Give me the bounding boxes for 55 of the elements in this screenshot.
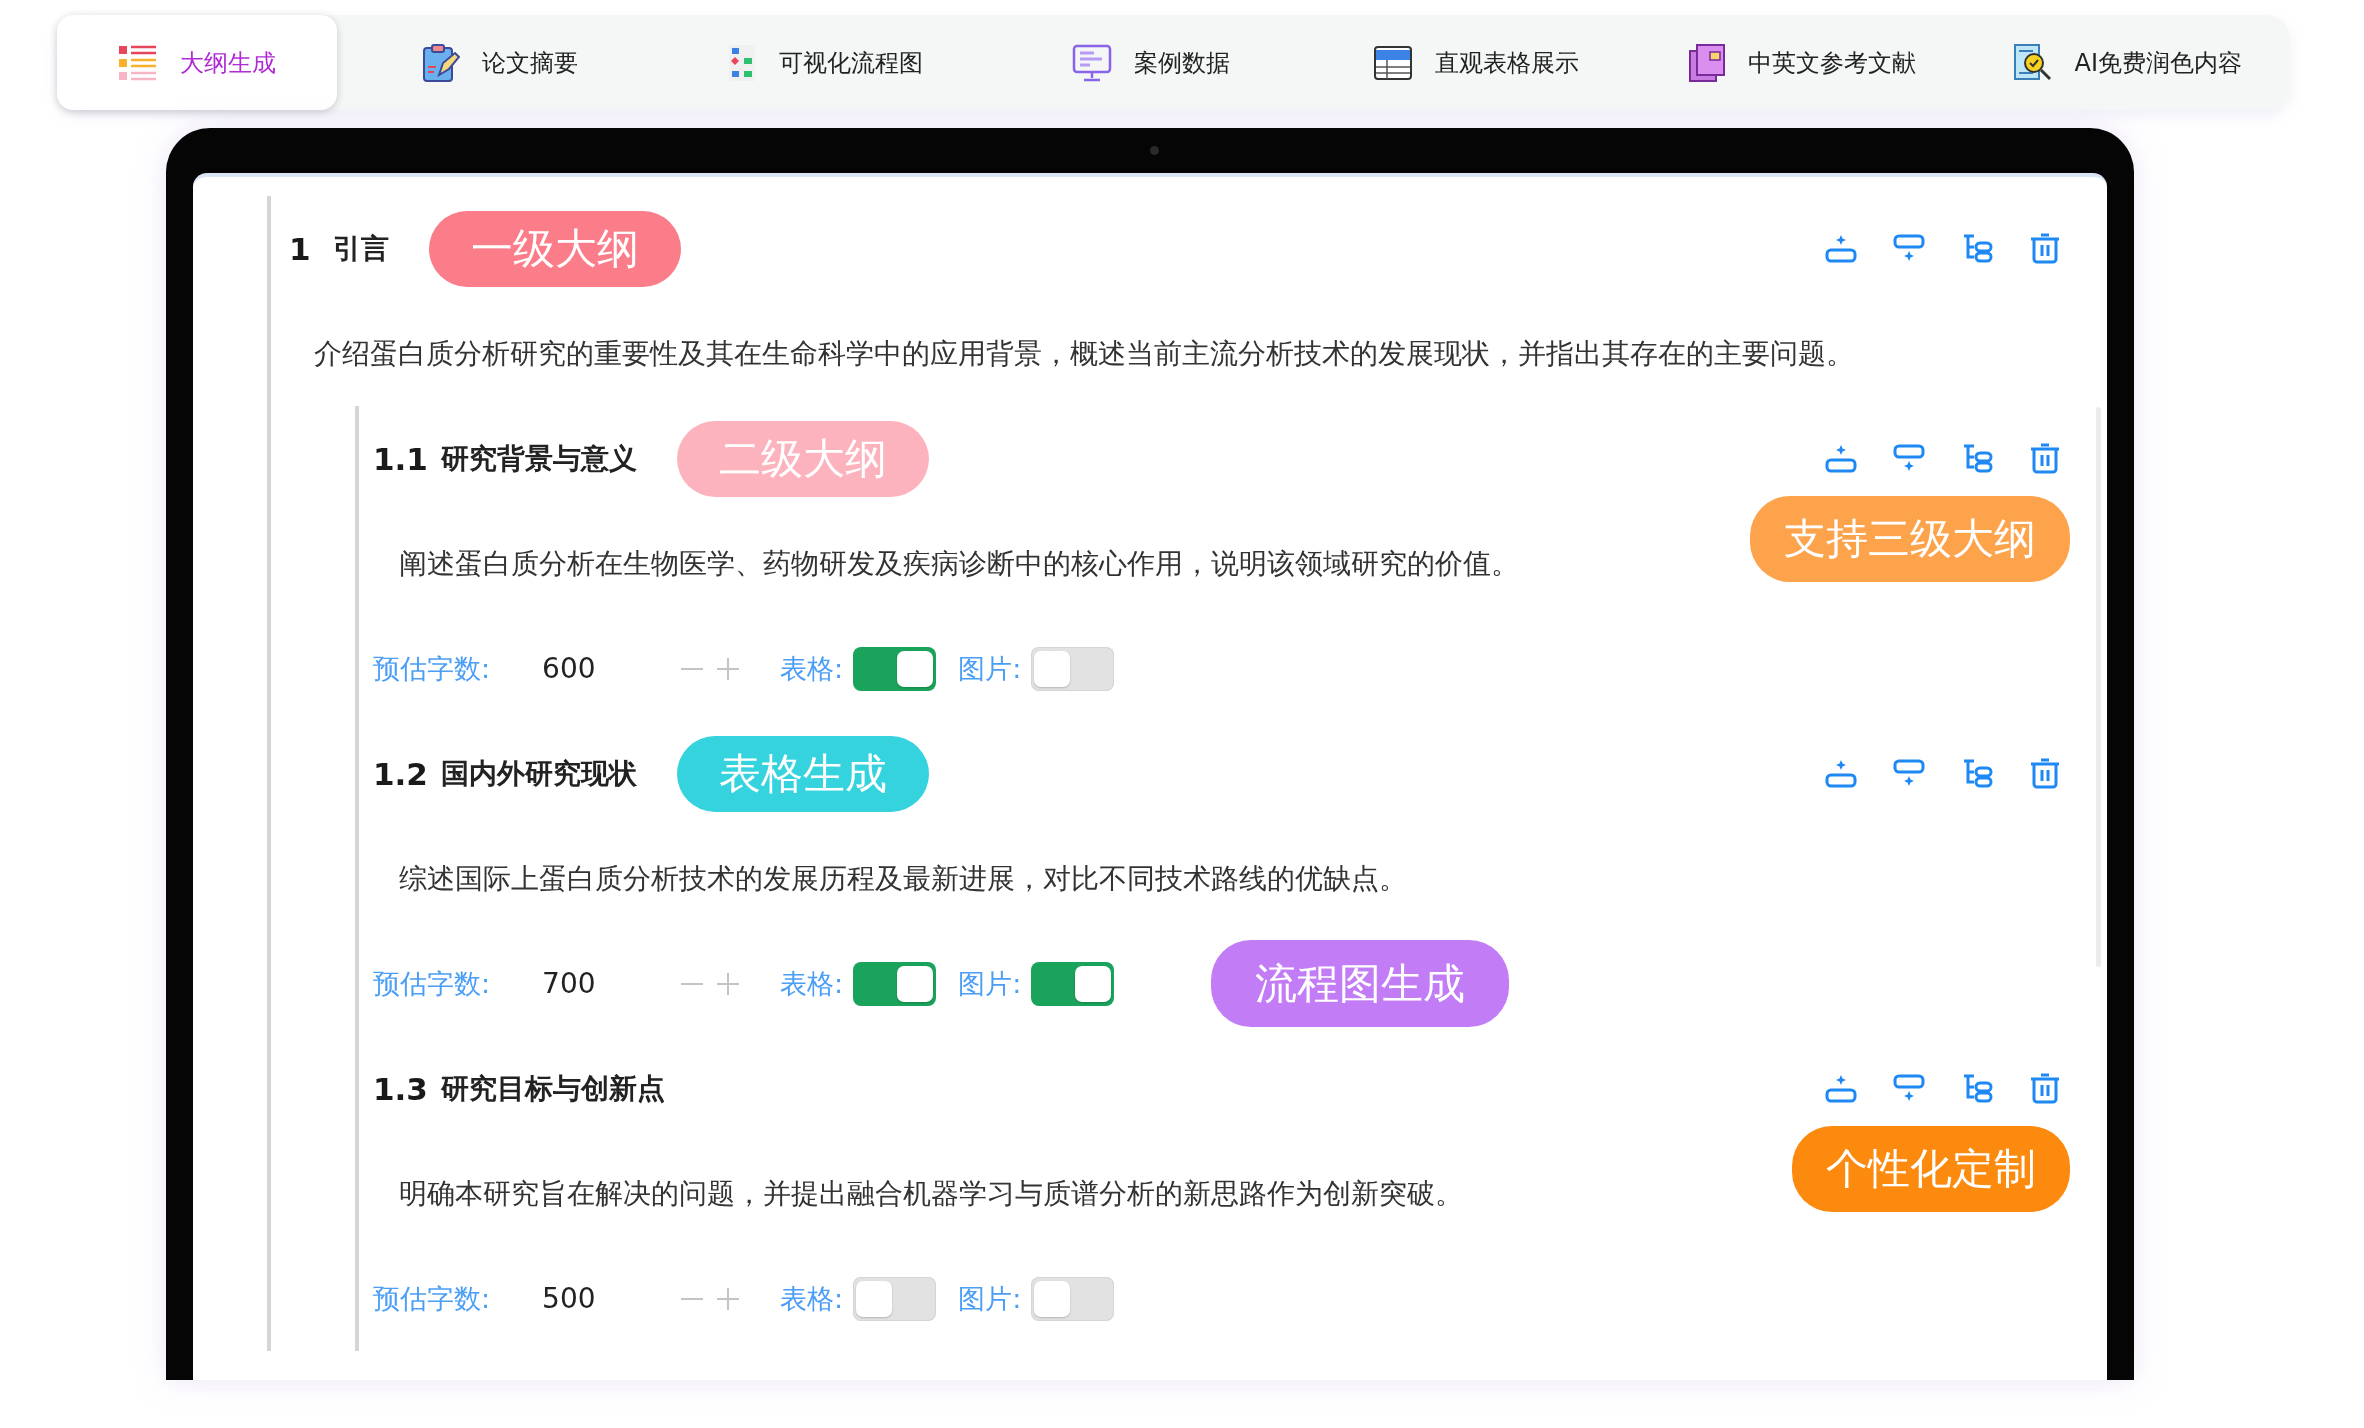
camera-icon [1150, 146, 1159, 155]
toggle-switch[interactable] [853, 961, 937, 1006]
trash-icon[interactable] [2028, 232, 2062, 265]
section-title: 国内外研究现状 [441, 755, 637, 792]
section-description: 介绍蛋白质分析研究的重要性及其在生命科学中的应用背景，概述当前主流分析技术的发展现状，并指出其存在的主要问题。 [313, 335, 1854, 372]
trash-icon[interactable] [2028, 757, 2062, 790]
annotation-badge: 个性化定制 [1792, 1126, 2070, 1212]
tab[interactable]: 直观表格展示 [1313, 15, 1639, 110]
annotation-badge: 一级大纲 [428, 210, 681, 287]
toggle-switch[interactable] [853, 646, 937, 691]
toggle-switch[interactable] [1031, 1276, 1115, 1321]
field-label: 预估字数: [373, 651, 491, 686]
word-count-value: 600 [542, 652, 597, 685]
field-label: 表格: [780, 966, 844, 1001]
field-label: 图片: [958, 966, 1022, 1001]
toggle-switch[interactable] [853, 1276, 937, 1321]
field-label: 图片: [958, 651, 1022, 686]
table-icon [1373, 44, 1414, 81]
section-description: 明确本研究旨在解决的问题，并提出融合机器学习与质谱分析的新思路作为创新突破。 [398, 1175, 1463, 1212]
toggle-switch[interactable] [1031, 961, 1115, 1006]
flowchart-icon [727, 42, 758, 83]
section-description: 阐述蛋白质分析在生物医学、药物研发及疾病诊断中的核心作用，说明该领域研究的价值。 [398, 545, 1519, 582]
tab[interactable]: AI免费润色内容 [1964, 15, 2290, 110]
section-number: 1 [289, 230, 311, 267]
section-number: 1.1 [373, 440, 429, 477]
clipboard-pen-icon [421, 42, 460, 83]
field-label: 表格: [780, 1281, 844, 1316]
tab[interactable]: 可视化流程图 [662, 15, 988, 110]
tab[interactable]: 案例数据 [988, 15, 1314, 110]
document-magnifier-icon [2012, 42, 2053, 83]
section-description: 综述国际上蛋白质分析技术的发展历程及最新进展，对比不同技术路线的优缺点。 [398, 860, 1407, 897]
field-label: 预估字数: [373, 966, 491, 1001]
section-title: 研究背景与意义 [441, 440, 637, 477]
field-label: 图片: [958, 1281, 1022, 1316]
word-count-value: 700 [542, 967, 597, 1000]
annotation-badge: 流程图生成 [1211, 940, 1510, 1027]
book-icon [1687, 42, 1726, 83]
section-title: 引言 [332, 230, 389, 267]
word-count-value: 500 [542, 1282, 597, 1315]
trash-icon[interactable] [2028, 442, 2062, 475]
list-icon [118, 43, 158, 82]
section-title: 研究目标与创新点 [441, 1070, 665, 1107]
annotation-badge: 二级大纲 [677, 420, 929, 497]
tab[interactable]: 论文摘要 [337, 15, 663, 110]
toggle-switch[interactable] [1031, 646, 1115, 691]
annotation-badge: 表格生成 [677, 735, 929, 812]
annotation-badge: 支持三级大纲 [1750, 496, 2070, 582]
monitor-icon [1071, 42, 1112, 83]
tab[interactable]: 大纲生成 [57, 15, 337, 110]
tab[interactable]: 中英文参考文献 [1639, 15, 1965, 110]
trash-icon[interactable] [2028, 1072, 2062, 1105]
field-label: 表格: [780, 651, 844, 686]
section-number: 1.3 [373, 1070, 429, 1107]
section-number: 1.2 [373, 755, 429, 792]
field-label: 预估字数: [373, 1281, 491, 1316]
